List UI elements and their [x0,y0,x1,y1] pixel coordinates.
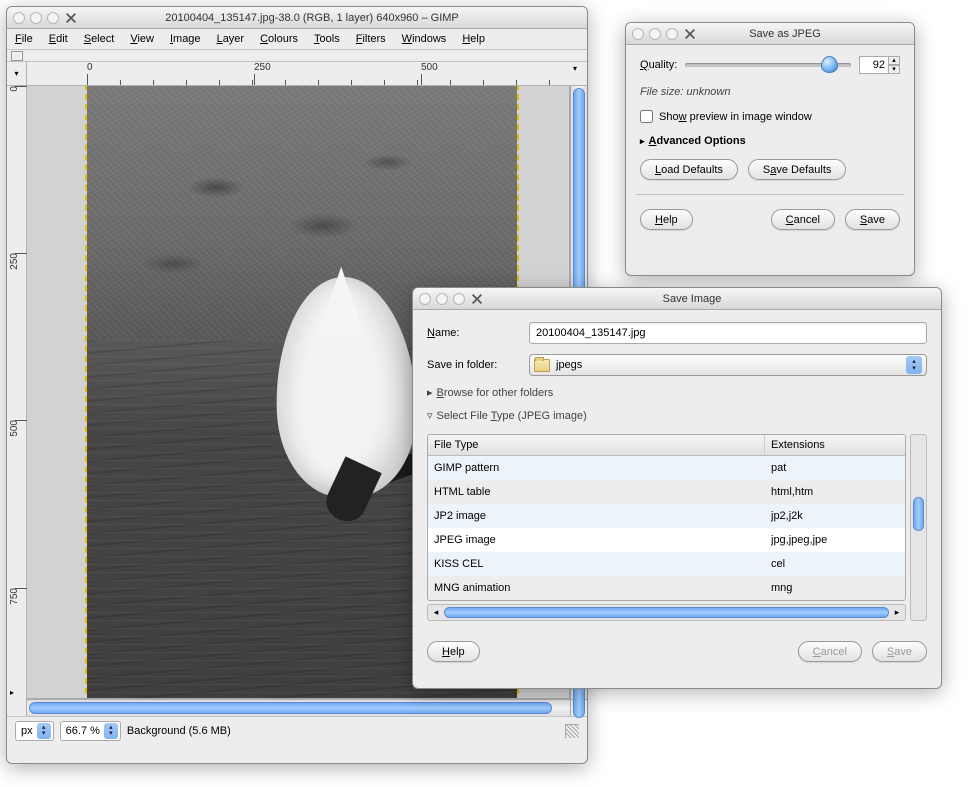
advanced-options-toggle[interactable]: ▸Advanced Options [640,135,900,147]
window-title: Save as JPEG [662,28,908,40]
quality-label: Quality: [640,59,677,71]
table-row[interactable]: HTML tablehtml,htm [428,480,905,504]
filesize-text: File size: unknown [640,86,900,98]
triangle-right-icon: ▸ [427,386,433,399]
cancel-button[interactable]: Cancel [771,209,835,230]
table-header: File Type Extensions [428,435,905,456]
menubar: File Edit Select View Image Layer Colours Tools… [7,29,587,50]
name-input[interactable] [529,322,927,344]
save-image-dialog: Save Image Name: Save in folder: jpegs ▸… [412,287,942,689]
menu-windows[interactable]: Windows [402,33,447,45]
ruler-vertical[interactable]: ▸ 0250500750 [7,86,27,699]
save-as-jpeg-dialog: Save as JPEG Quality: ▴▾ File size: unkn… [625,22,915,276]
titlebar[interactable]: 20100404_135147.jpg-38.0 (RGB, 1 layer) … [7,7,587,29]
window-title: Save Image [449,293,935,305]
triangle-down-icon: ▿ [427,409,433,422]
menu-tools[interactable]: Tools [314,33,340,45]
ruler-cap: ▾ [570,62,587,86]
help-button[interactable]: Help [427,641,480,662]
table-hscroll[interactable]: ◂ ▸ [427,604,906,621]
menu-edit[interactable]: Edit [49,33,68,45]
status-text: Background (5.6 MB) [127,725,559,737]
quality-spinbox[interactable]: ▴▾ [859,56,900,74]
window-title: 20100404_135147.jpg-38.0 (RGB, 1 layer) … [43,12,581,24]
folder-icon [534,359,550,372]
scroll-left-icon[interactable]: ◂ [429,606,443,619]
table-row[interactable]: MNG animationmng [428,576,905,600]
help-button[interactable]: Help [640,209,693,230]
preview-checkbox[interactable] [640,110,653,123]
slider-knob[interactable] [821,56,838,73]
menu-image[interactable]: Image [170,33,201,45]
close-icon[interactable] [632,28,644,40]
spin-up-icon[interactable]: ▴ [888,56,900,65]
resize-grip-icon[interactable] [565,724,579,738]
combo-arrows-icon [906,356,922,374]
menu-colours[interactable]: Colours [260,33,298,45]
menu-view[interactable]: View [130,33,154,45]
scrollbar-horizontal[interactable] [27,699,570,716]
quality-slider[interactable] [685,63,851,67]
save-button[interactable]: Save [872,641,927,662]
spin-down-icon[interactable]: ▾ [888,65,900,74]
titlebar[interactable]: Save Image [413,288,941,310]
table-row[interactable]: GIMP patternpat [428,456,905,480]
save-defaults-button[interactable]: Save Defaults [748,159,847,180]
table-vscroll[interactable] [910,434,927,621]
browse-folders-toggle[interactable]: ▸Browse for other folders [427,386,927,399]
preview-label: Show preview in image window [659,111,812,123]
triangle-right-icon: ▸ [640,136,645,147]
save-button[interactable]: Save [845,209,900,230]
ruler-horizontal[interactable]: 0250500 [27,62,570,86]
menu-filters[interactable]: Filters [356,33,386,45]
menu-file[interactable]: File [15,33,33,45]
menu-layer[interactable]: Layer [217,33,245,45]
statusbar: px 66.7 % Background (5.6 MB) [7,716,587,744]
table-row[interactable]: JP2 imagejp2,j2k [428,504,905,528]
dock-bar [7,50,587,62]
table-row[interactable]: KISS CELcel [428,552,905,576]
filetype-table[interactable]: File Type Extensions GIMP patternpatHTML… [427,434,906,601]
name-label: Name: [427,327,517,339]
table-row[interactable]: JPEG imagejpg,jpeg,jpe [428,528,905,552]
minimize-icon[interactable] [649,28,661,40]
folder-combo[interactable]: jpegs [529,354,927,376]
units-combo[interactable]: px [15,721,54,741]
close-icon[interactable] [419,293,431,305]
col-extensions[interactable]: Extensions [765,435,905,455]
minimize-icon[interactable] [436,293,448,305]
cancel-button[interactable]: Cancel [798,641,862,662]
ruler-origin[interactable]: ▾ [7,62,27,86]
menu-select[interactable]: Select [84,33,115,45]
col-filetype[interactable]: File Type [428,435,765,455]
zoom-combo[interactable]: 66.7 % [60,721,121,741]
close-icon[interactable] [13,12,25,24]
scroll-right-icon[interactable]: ▸ [890,606,904,619]
quality-input[interactable] [859,56,889,74]
select-filetype-toggle[interactable]: ▿Select File Type (JPEG image) [427,409,927,422]
folder-label: Save in folder: [427,359,517,371]
quick-mask-toggle[interactable] [11,51,23,61]
menu-help[interactable]: Help [462,33,485,45]
load-defaults-button[interactable]: Load Defaults [640,159,738,180]
folder-name: jpegs [556,359,582,371]
quick-mask-icon[interactable] [7,699,27,716]
minimize-icon[interactable] [30,12,42,24]
titlebar[interactable]: Save as JPEG [626,23,914,45]
